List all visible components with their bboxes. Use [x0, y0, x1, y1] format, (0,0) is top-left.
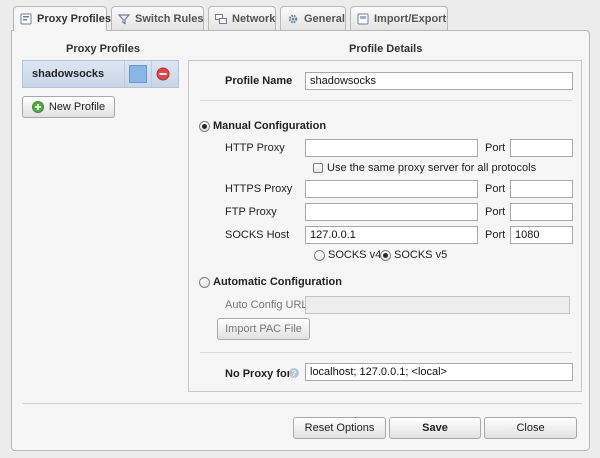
save-button[interactable]: Save [389, 417, 481, 439]
profile-name-field-label: Profile Name [225, 75, 293, 87]
ftp-port-input[interactable] [510, 203, 573, 221]
auto-config-url-input[interactable] [305, 296, 570, 314]
auto-config-url-label: Auto Config URL [225, 299, 308, 311]
import-export-icon [357, 13, 369, 25]
save-label: Save [422, 422, 448, 434]
profile-name-input[interactable]: shadowsocks [305, 72, 573, 90]
tab-label: Import/Export [374, 12, 447, 25]
auto-config-label: Automatic Configuration [213, 276, 342, 288]
new-profile-label: New Profile [48, 101, 106, 113]
import-pac-button[interactable]: Import PAC File [217, 318, 310, 340]
socks-v5-radio[interactable] [380, 250, 391, 261]
close-label: Close [516, 422, 545, 434]
import-pac-label: Import PAC File [225, 323, 302, 335]
divider [22, 403, 582, 404]
socks-port-input[interactable]: 1080 [510, 226, 573, 244]
https-port-label: Port [485, 183, 506, 195]
reset-options-label: Reset Options [304, 422, 375, 434]
tab-label: Network [232, 12, 276, 25]
filter-icon [118, 13, 130, 25]
tab-label: General [304, 12, 345, 25]
divider [151, 61, 152, 87]
reset-options-button[interactable]: Reset Options [293, 417, 386, 439]
tab-switch-rules[interactable]: Switch Rules [111, 6, 204, 30]
socks-host-input[interactable]: 127.0.0.1 [305, 226, 478, 244]
https-proxy-host-input[interactable] [305, 180, 478, 198]
ftp-proxy-label: FTP Proxy [225, 206, 277, 218]
profile-color-swatch[interactable] [129, 65, 147, 83]
same-proxy-label: Use the same proxy server for all protoc… [327, 162, 537, 174]
details-title: Profile Details [349, 43, 423, 55]
no-proxy-label: No Proxy for [225, 368, 292, 380]
tab-import-export[interactable]: Import/Export [350, 6, 448, 30]
http-port-input[interactable] [510, 139, 573, 157]
close-button[interactable]: Close [484, 417, 577, 439]
same-proxy-checkbox[interactable] [313, 163, 323, 173]
network-icon [215, 13, 227, 25]
ftp-port-label: Port [485, 206, 506, 218]
socks-host-label: SOCKS Host [225, 229, 290, 241]
http-proxy-host-input[interactable] [305, 139, 478, 157]
tab-network[interactable]: Network [208, 6, 276, 30]
https-proxy-label: HTTPS Proxy [225, 183, 293, 195]
profile-list-item[interactable]: shadowsocks [22, 60, 179, 88]
manual-config-radio[interactable] [199, 121, 210, 132]
divider [200, 352, 572, 353]
auto-config-radio[interactable] [199, 277, 210, 288]
socks-v4-label: SOCKS v4 [328, 249, 382, 261]
http-proxy-label: HTTP Proxy [225, 142, 285, 154]
http-port-label: Port [485, 142, 506, 154]
ftp-proxy-host-input[interactable] [305, 203, 478, 221]
manual-config-label: Manual Configuration [213, 120, 327, 132]
socks-port-label: Port [485, 229, 506, 241]
delete-profile-button[interactable] [156, 67, 170, 81]
new-profile-button[interactable]: New Profile [22, 96, 115, 118]
profile-name-label: shadowsocks [32, 68, 105, 80]
profiles-title: Proxy Profiles [66, 43, 140, 55]
no-proxy-input[interactable]: localhost; 127.0.0.1; <local> [305, 363, 573, 381]
https-port-input[interactable] [510, 180, 573, 198]
gear-icon [287, 13, 299, 25]
divider [200, 100, 572, 101]
delete-icon [156, 67, 170, 81]
tab-general[interactable]: General [280, 6, 346, 30]
proxy-profiles-icon [20, 13, 32, 25]
socks-v5-label: SOCKS v5 [394, 249, 448, 261]
help-icon[interactable]: ? [289, 368, 299, 378]
socks-v4-radio[interactable] [314, 250, 325, 261]
tab-label: Switch Rules [135, 12, 204, 25]
divider [124, 61, 125, 87]
tab-proxy-profiles[interactable]: Proxy Profiles [13, 6, 111, 31]
add-icon [31, 101, 44, 113]
tab-label: Proxy Profiles [37, 13, 111, 25]
